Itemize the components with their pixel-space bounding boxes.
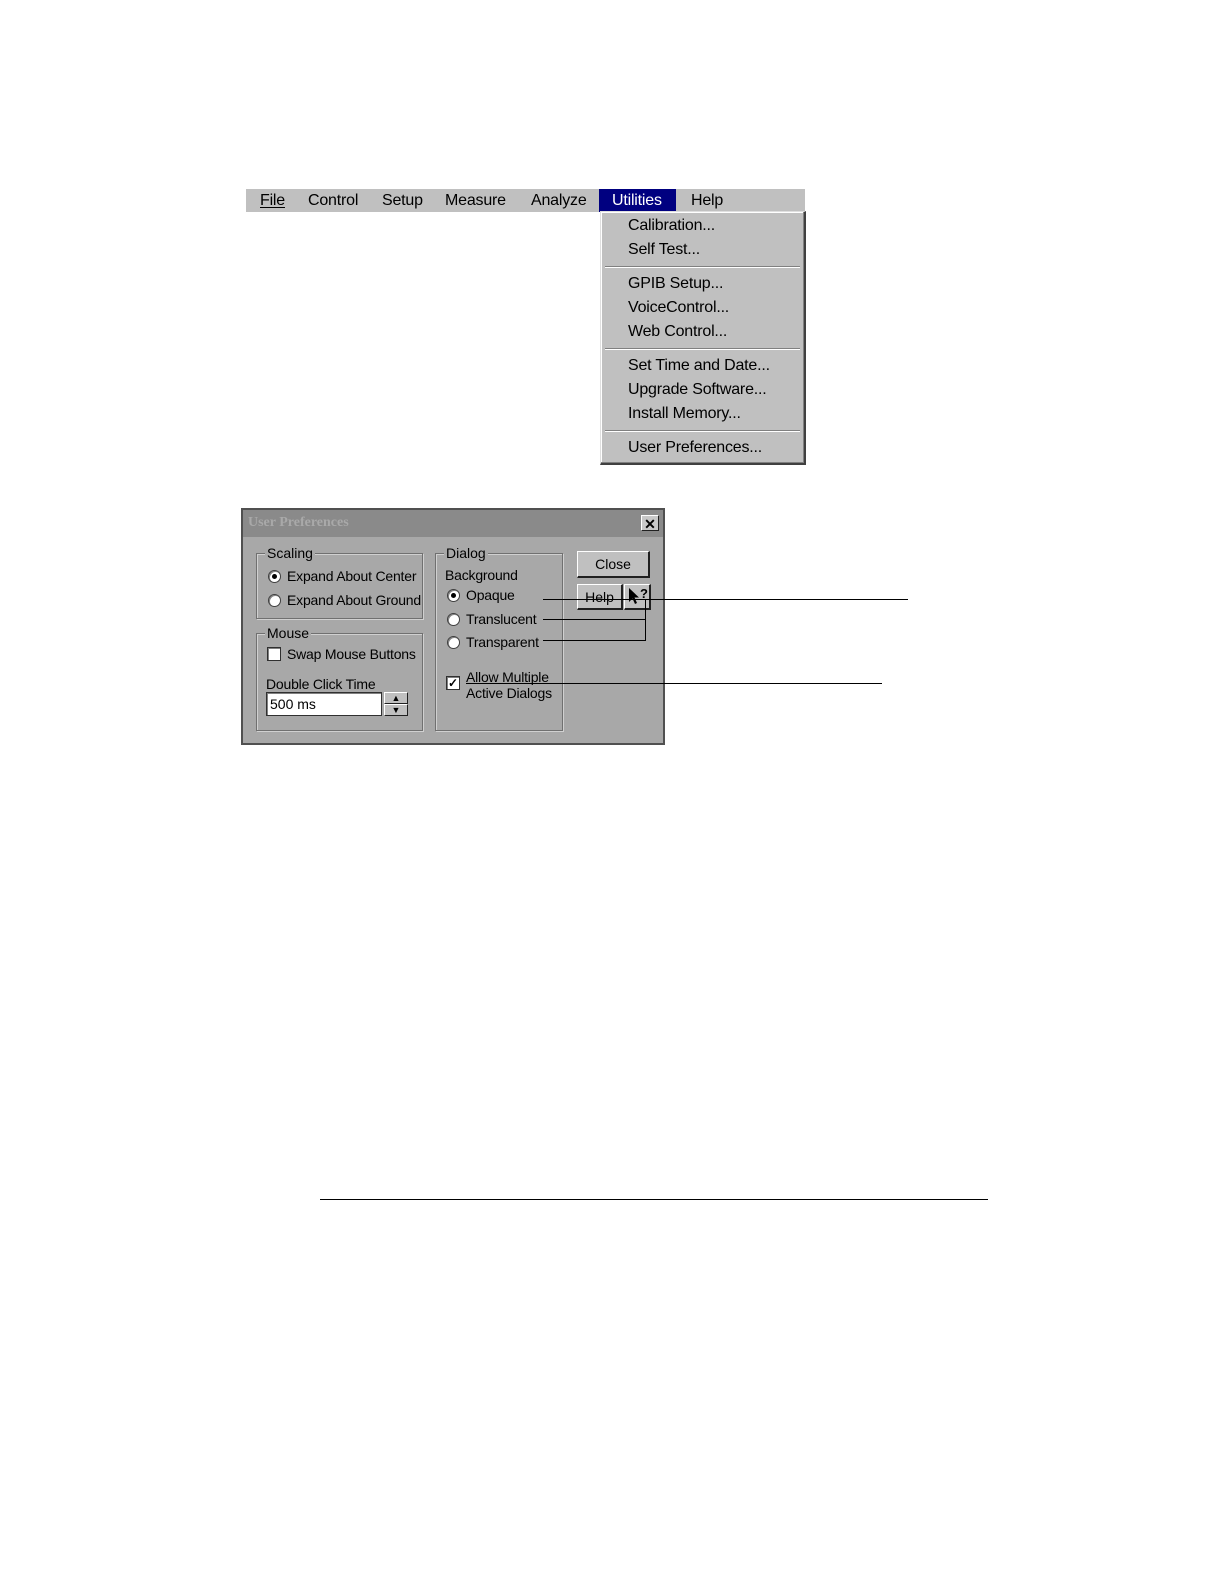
down-arrow-icon: ▼ [391,705,401,715]
menu-analyze-label: Analyze [531,192,587,209]
menu-setup[interactable]: Setup [368,189,435,212]
menu-file-label: File [260,192,285,209]
menu-separator [605,430,800,432]
menu-utilities-label: Utilities [612,192,662,209]
transparent-radio[interactable] [447,636,460,649]
up-arrow-icon: ▲ [391,693,401,703]
menu-utilities[interactable]: Utilities [599,189,676,212]
background-label: Background [445,567,518,583]
menu-measure[interactable]: Measure [431,189,518,212]
menu-bar: File Control Setup Measure Analyze Utili… [246,189,805,212]
spin-up-button[interactable]: ▲ [384,692,408,704]
menu-item-install-memory[interactable]: Install Memory... [628,403,741,425]
allow-multiple-checkbox[interactable]: ✓ [446,676,460,690]
expand-center-label: Expand About Center [287,568,417,584]
menu-control[interactable]: Control [294,189,370,212]
dialog-title: User Preferences [248,515,349,530]
callout-line-transparent [543,640,645,641]
transparent-label: Transparent [466,634,539,650]
close-button[interactable]: Close [577,551,650,578]
callout-line-background [543,599,908,600]
menu-item-upgrade-software[interactable]: Upgrade Software... [628,379,767,401]
menu-separator [605,348,800,350]
menu-control-label: Control [308,192,359,209]
dialog-title-bar[interactable]: User Preferences ✕ [243,510,663,537]
footer-rule [320,1199,988,1200]
mouse-group-label: Mouse [265,625,312,641]
menu-measure-label: Measure [445,192,506,209]
translucent-radio[interactable] [447,613,460,626]
checkmark-icon: ✓ [447,676,459,690]
menu-item-web-control[interactable]: Web Control... [628,321,727,343]
menu-item-calibration[interactable]: Calibration... [628,215,715,237]
menu-help[interactable]: Help [677,189,735,212]
menu-file[interactable]: File [246,189,297,212]
opaque-label: Opaque [466,587,515,603]
menu-item-user-preferences[interactable]: User Preferences... [628,437,762,459]
menu-item-set-time-date[interactable]: Set Time and Date... [628,355,770,377]
menu-setup-label: Setup [382,192,423,209]
expand-ground-label: Expand About Ground [287,592,421,608]
double-click-time-input[interactable]: 500 ms [266,692,382,716]
menu-help-label: Help [691,192,724,209]
context-help-button[interactable]: ? [624,584,651,610]
help-button[interactable]: Help [577,584,623,610]
menu-analyze[interactable]: Analyze [517,189,599,212]
scaling-group: Scaling [256,546,423,619]
menu-separator [605,266,800,268]
allow-multiple-label-line2: Active Dialogs [466,685,552,701]
utilities-dropdown: Calibration... Self Test... GPIB Setup..… [600,211,806,465]
opaque-radio[interactable] [447,589,460,602]
swap-mouse-checkbox[interactable] [267,647,281,661]
menu-item-self-test[interactable]: Self Test... [628,239,700,261]
callout-line-allow-multiple [466,683,882,684]
callout-line-bracket [645,599,646,641]
callout-line-translucent [543,619,645,620]
expand-center-radio[interactable] [268,570,281,583]
translucent-label: Translucent [466,611,537,627]
swap-mouse-label: Swap Mouse Buttons [287,646,416,662]
expand-ground-radio[interactable] [268,594,281,607]
scaling-group-label: Scaling [265,545,315,561]
dialog-group-label: Dialog [444,545,488,561]
double-click-label: Double Click Time [266,676,376,692]
menu-item-voice-control[interactable]: VoiceControl... [628,297,729,319]
spin-down-button[interactable]: ▼ [384,704,408,716]
close-icon[interactable]: ✕ [641,515,659,532]
menu-item-gpib-setup[interactable]: GPIB Setup... [628,273,723,295]
